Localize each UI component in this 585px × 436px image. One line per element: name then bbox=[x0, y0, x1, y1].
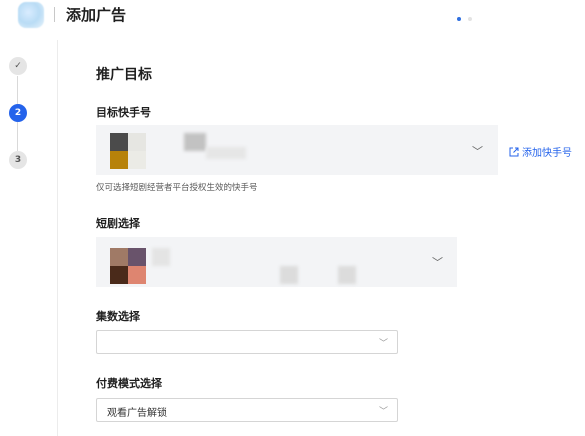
blurred-account-name bbox=[206, 147, 246, 159]
drama-cover-pixel bbox=[128, 248, 146, 266]
drama-cover-pixel bbox=[110, 266, 128, 284]
chevron-down-icon: ﹀ bbox=[378, 407, 388, 417]
external-link-icon bbox=[509, 147, 519, 156]
page-title: 添加广告 bbox=[66, 6, 127, 24]
app-logo bbox=[18, 2, 44, 28]
episodes-select[interactable]: ﹀ bbox=[96, 330, 398, 354]
payment-mode-value: 观看广告解锁 bbox=[107, 408, 167, 419]
add-account-link[interactable]: 添加快手号 bbox=[509, 144, 572, 159]
episodes-label: 集数选择 bbox=[96, 310, 140, 323]
progress-dots bbox=[457, 17, 472, 21]
progress-dot-active bbox=[457, 17, 461, 21]
add-account-label: 添加快手号 bbox=[522, 148, 572, 159]
blurred-drama-info bbox=[338, 266, 356, 284]
account-avatar-pixel bbox=[128, 151, 146, 169]
blurred-drama-info bbox=[280, 266, 298, 284]
payment-mode-label: 付费模式选择 bbox=[96, 377, 162, 390]
header-divider bbox=[54, 7, 55, 22]
blurred-drama-name bbox=[152, 248, 170, 266]
payment-mode-select[interactable]: 观看广告解锁 ﹀ bbox=[96, 398, 398, 422]
section-title: 推广目标 bbox=[96, 67, 152, 83]
step-number: 2 bbox=[14, 108, 22, 118]
stepper-connector bbox=[17, 76, 18, 104]
account-avatar-pixel bbox=[128, 133, 146, 151]
account-avatar-pixel bbox=[110, 133, 128, 151]
drama-cover-pixel bbox=[110, 248, 128, 266]
chevron-down-icon: ﹀ bbox=[472, 145, 483, 158]
stepper-connector bbox=[17, 122, 18, 151]
drama-label: 短剧选择 bbox=[96, 217, 140, 230]
chevron-down-icon: ﹀ bbox=[378, 339, 388, 349]
header: 添加广告 bbox=[0, 0, 585, 34]
step-1-done[interactable]: ✓ bbox=[9, 57, 27, 75]
account-label: 目标快手号 bbox=[96, 106, 151, 119]
check-icon: ✓ bbox=[14, 61, 22, 71]
content-divider bbox=[57, 40, 58, 436]
step-number: 3 bbox=[14, 155, 22, 165]
account-select[interactable]: ﹀ bbox=[96, 125, 498, 175]
progress-dot bbox=[468, 17, 472, 21]
account-avatar-pixel bbox=[110, 151, 128, 169]
drama-select[interactable]: ﹀ bbox=[96, 237, 457, 287]
step-3[interactable]: 3 bbox=[9, 151, 27, 169]
blurred-account-name bbox=[184, 133, 206, 151]
account-hint: 仅可选择短剧经营者平台授权生效的快手号 bbox=[96, 183, 258, 193]
drama-cover-pixel bbox=[128, 266, 146, 284]
step-2-active[interactable]: 2 bbox=[9, 104, 27, 122]
chevron-down-icon: ﹀ bbox=[432, 256, 443, 269]
